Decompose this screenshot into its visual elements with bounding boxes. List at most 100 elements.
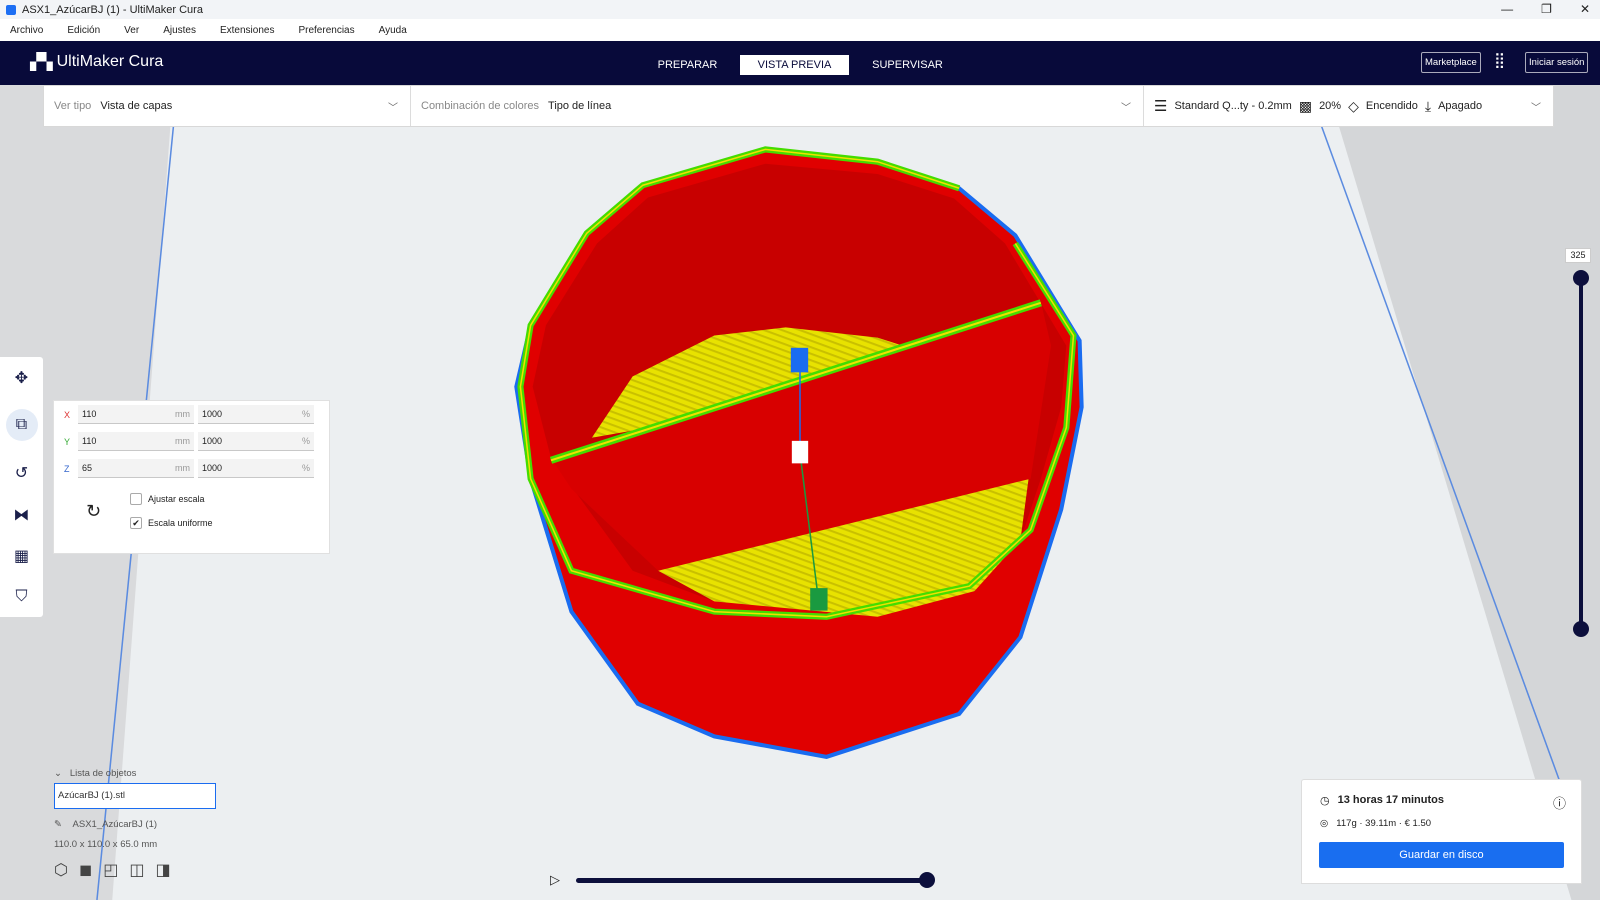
per-model-settings-icon[interactable]: ▦ (14, 546, 29, 566)
z-mm-input[interactable]: 65 mm (78, 459, 194, 478)
unit-label: mm (175, 436, 190, 446)
x-mm-value: 110 (82, 409, 97, 419)
support-blocker-icon[interactable]: ⛉ (15, 588, 27, 606)
tool-sidebar: ✥ ⧉ ↺ ⧓ ▦ ⛉ (0, 357, 43, 617)
settings-sliders-icon: ☰ (1154, 98, 1168, 115)
x-axis-label: X (64, 409, 71, 420)
scale-panel: X 110 mm 1000% Y 110 mm 1000% Z 65 mm 1000%… (53, 400, 330, 554)
checkbox-checked[interactable]: ✔ (130, 517, 142, 529)
support-value: Encendido (1365, 100, 1418, 112)
y-mm-input[interactable]: 110 mm (78, 432, 194, 451)
x-mm-input[interactable]: 110 mm (78, 405, 194, 424)
simulation-slider-track[interactable] (576, 878, 926, 883)
marketplace-button[interactable]: Marketplace (1421, 52, 1481, 73)
view-front-icon[interactable]: ◼ (79, 860, 92, 880)
tab-supervisar[interactable]: SUPERVISAR (860, 55, 955, 75)
view-type-value: Vista de capas (100, 100, 173, 112)
move-tool-icon[interactable]: ✥ (15, 368, 28, 388)
layer-slider-top-handle[interactable] (1573, 270, 1589, 286)
window-title: ASX1_AzúcarBJ (1) - UltiMaker Cura (22, 3, 203, 16)
tab-preparar[interactable]: PREPARAR (640, 55, 735, 75)
menu-ayuda[interactable]: Ayuda (379, 25, 407, 36)
clock-icon: ◷ (1320, 795, 1330, 807)
layer-slider-bottom-handle[interactable] (1573, 621, 1589, 637)
z-axis-label: Z (64, 463, 70, 474)
maximize-button[interactable]: ❐ (1541, 0, 1552, 19)
print-settings-dropdown[interactable]: ☰ Standard Q...ty - 0.2mm ▩ 20% ◇ Encend… (1144, 86, 1553, 126)
adhesion-icon: ⤓ (1424, 97, 1432, 114)
x-percent-input[interactable]: 1000% (198, 405, 314, 424)
object-list: ⌄ Lista de objetos AzúcarBJ (1).stl ✎ AS… (54, 768, 216, 880)
edit-pencil-icon: ✎ (54, 819, 62, 830)
menu-archivo[interactable]: Archivo (10, 25, 43, 36)
layer-number-label[interactable]: 325 (1565, 248, 1591, 263)
view-top-icon[interactable]: ◰ (103, 860, 118, 880)
object-name: ASX1_AzúcarBJ (1) (72, 819, 158, 830)
adhesion-value: Apagado (1438, 100, 1483, 112)
title-bar: ASX1_AzúcarBJ (1) - UltiMaker Cura — ❐ ✕ (0, 0, 1600, 19)
support-icon: ◇ (1348, 97, 1359, 114)
unit-label: % (301, 409, 310, 419)
infill-value: 20% (1319, 100, 1342, 112)
menu-ver[interactable]: Ver (124, 25, 139, 36)
y-mm-value: 110 (82, 436, 97, 446)
layer-slider-track[interactable] (1579, 277, 1583, 629)
menu-edicion[interactable]: Edición (67, 25, 100, 36)
apps-grid-icon[interactable]: ⣿ (1494, 51, 1505, 69)
y-percent-input[interactable]: 1000% (198, 432, 314, 451)
checkbox[interactable] (130, 493, 142, 505)
chevron-down-icon: ﹀ (1121, 103, 1131, 114)
menu-preferencias[interactable]: Preferencias (298, 25, 354, 36)
ultimaker-logo-icon: ▞▚ (30, 54, 53, 71)
minimize-button[interactable]: — (1501, 0, 1513, 19)
z-axis-handle[interactable] (790, 347, 809, 373)
color-scheme-dropdown[interactable]: Combinación de colores Tipo de línea ﹀ (411, 86, 1144, 126)
unit-label: mm (175, 463, 190, 473)
view-3d-icon[interactable]: ⬡ (54, 860, 68, 880)
object-list-toggle[interactable]: ⌄ Lista de objetos (54, 768, 216, 779)
x-pct-value: 1000 (202, 409, 223, 419)
z-percent-input[interactable]: 1000% (198, 459, 314, 478)
chevron-down-icon: ﹀ (388, 103, 398, 114)
menu-extensiones[interactable]: Extensiones (220, 25, 274, 36)
app-header: ▞▚ UltiMaker Cura PREPARAR VISTA PREVIA … (0, 41, 1600, 85)
profile-value: Standard Q...ty - 0.2mm (1174, 100, 1292, 112)
mirror-tool-icon[interactable]: ⧓ (14, 505, 30, 525)
y-axis-handle[interactable] (810, 588, 828, 611)
sign-in-button[interactable]: Iniciar sesión (1525, 52, 1589, 73)
uniform-scale-checkbox[interactable]: ✔ Escala uniforme (130, 517, 213, 529)
color-scheme-value: Tipo de línea (548, 100, 612, 112)
y-pct-value: 1000 (202, 436, 223, 446)
brand-name: UltiMaker Cura (56, 53, 164, 70)
tab-vista-previa[interactable]: VISTA PREVIA (740, 55, 849, 75)
snap-scale-label: Ajustar escala (148, 494, 205, 504)
object-list-header: Lista de objetos (69, 768, 137, 779)
chevron-down-icon: ﹀ (1531, 103, 1541, 114)
material-estimate: 117g · 39.11m · € 1.50 (1336, 818, 1432, 829)
brand: ▞▚ UltiMaker Cura (30, 52, 163, 72)
simulation-slider-handle[interactable] (919, 872, 935, 888)
object-list-item[interactable]: AzúcarBJ (1).stl (54, 783, 216, 809)
object-name-row[interactable]: ✎ ASX1_AzúcarBJ (1) (54, 819, 216, 830)
unit-label: % (301, 436, 310, 446)
rotate-tool-icon[interactable]: ↺ (15, 463, 28, 483)
reset-scale-icon[interactable]: ↻ (86, 501, 101, 522)
y-axis-label: Y (64, 436, 71, 447)
unit-label: % (301, 463, 310, 473)
scale-tool-icon[interactable]: ⧉ (5, 409, 38, 442)
save-to-disk-button[interactable]: Guardar en disco (1319, 842, 1564, 868)
z-pct-value: 1000 (202, 463, 223, 473)
close-button[interactable]: ✕ (1580, 0, 1590, 19)
menu-ajustes[interactable]: Ajustes (163, 25, 196, 36)
color-scheme-label: Combinación de colores (421, 100, 540, 112)
view-right-icon[interactable]: ◨ (156, 860, 171, 880)
view-left-icon[interactable]: ◫ (129, 860, 144, 880)
view-type-dropdown[interactable]: Ver tipo Vista de capas ﹀ (44, 86, 411, 126)
snap-scale-checkbox[interactable]: Ajustar escala (130, 493, 205, 505)
view-type-label: Ver tipo (54, 100, 92, 112)
info-icon[interactable]: ⓘ (1553, 793, 1566, 812)
play-button[interactable]: ▷ (550, 872, 560, 888)
center-handle[interactable] (791, 440, 809, 464)
unit-label: mm (175, 409, 190, 419)
infill-icon: ▩ (1298, 97, 1313, 114)
